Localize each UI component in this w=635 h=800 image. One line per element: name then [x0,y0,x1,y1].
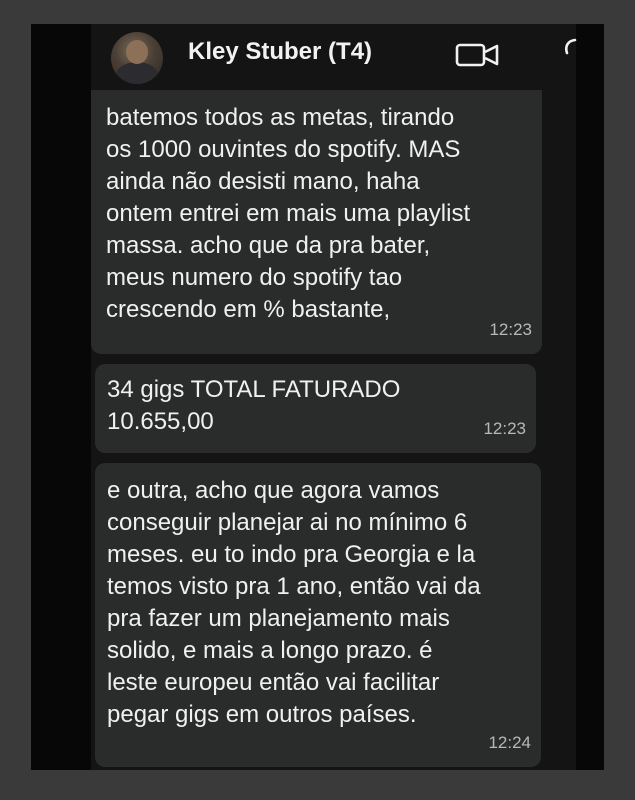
message-timestamp: 12:23 [483,419,526,438]
message-text-line: pra fazer um planejamento mais [107,605,450,632]
message-text-line: e outra, acho que agora vamos [107,477,440,504]
contact-name[interactable]: Kley Stuber (T4) [188,38,372,66]
message-text-line: 34 gigs TOTAL FATURADO [107,376,401,403]
message-text-line: solido, e mais a longo prazo. é [107,637,433,664]
avatar-shoulders [115,62,159,84]
contact-avatar[interactable] [111,32,163,84]
message-text-line: temos visto pra 1 ano, então vai da [107,573,481,600]
screenshot-frame: Kley Stuber (T4) batemos todos as metas,… [31,24,604,770]
message-bubble[interactable]: 34 gigs TOTAL FATURADO 10.655,00 12:23 [95,364,536,453]
message-text-line: crescendo em % bastante, [106,296,391,323]
message-text-line: 10.655,00 [107,408,214,435]
avatar-face [126,40,148,64]
message-text-line: leste europeu então vai facilitar [107,669,440,696]
message-bubble[interactable]: e outra, acho que agora vamos conseguir … [95,463,541,767]
chat-header: Kley Stuber (T4) [91,24,577,90]
message-text-line: meus numero do spotify tao [106,264,403,291]
message-bubble[interactable]: batemos todos as metas, tirando os 1000 … [91,90,542,354]
video-call-icon[interactable] [455,42,501,68]
message-text-line: meses. eu to indo pra Georgia e la [107,541,476,568]
voice-call-icon[interactable] [563,38,577,64]
message-text-line: pegar gigs em outros países. [107,701,417,728]
message-text-line: os 1000 ouvintes do spotify. MAS [106,136,461,163]
message-text-line: conseguir planejar ai no mínimo 6 [107,509,468,536]
message-text-line: batemos todos as metas, tirando [106,104,455,131]
message-timestamp: 12:24 [488,733,531,752]
message-text-line: ontem entrei em mais uma playlist [106,200,471,227]
message-text-line: massa. acho que da pra bater, [106,232,431,259]
message-text-line: ainda não desisti mano, haha [106,168,420,195]
message-timestamp: 12:23 [489,320,532,339]
